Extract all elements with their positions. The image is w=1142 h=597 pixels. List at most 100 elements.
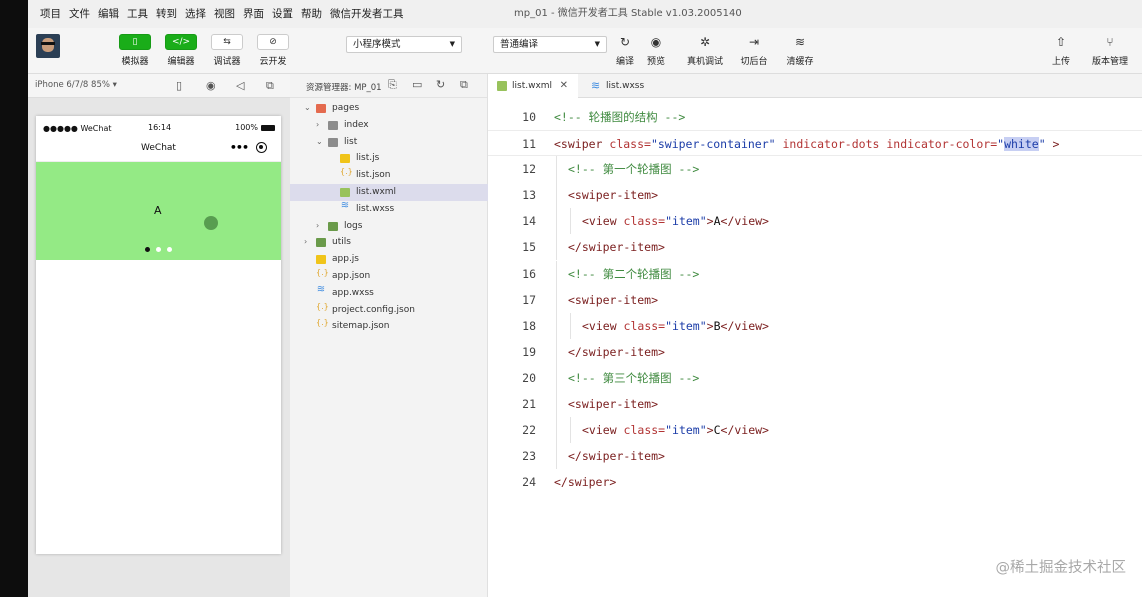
chevron-right-icon[interactable]: › [304, 234, 307, 251]
remote-debug-button[interactable]: ✲ 真机调试 [685, 34, 725, 67]
debugger-label: 调试器 [213, 57, 241, 67]
background-button[interactable]: ⇥ 切后台 [734, 34, 774, 67]
cloud-button[interactable]: ⊘ 云开发 [249, 34, 297, 67]
chevron-down-icon[interactable]: ⌄ [304, 100, 311, 117]
swiper-container[interactable]: A [36, 162, 281, 260]
folder-icon [328, 120, 338, 130]
code-line[interactable]: 16 <!-- 第二个轮播图 --> [488, 260, 1142, 287]
record-icon[interactable]: ◉ [206, 79, 216, 92]
window-icon[interactable]: ⧉ [266, 79, 274, 93]
file-tree: ⌄ pages › index ⌄ list list.js {.} list.json list… [290, 100, 488, 335]
menu-item[interactable]: 工具 [123, 0, 152, 28]
version-button[interactable]: ⑂ 版本管理 [1090, 34, 1130, 67]
device-select[interactable]: iPhone 6/7/8 85% ▾ [35, 80, 117, 90]
menu-item[interactable]: 设置 [268, 0, 297, 28]
tree-item[interactable]: {.} sitemap.json [290, 318, 488, 335]
indent-guide [556, 260, 557, 287]
tree-item[interactable]: ⌄ pages [290, 100, 488, 117]
tree-item[interactable]: {.} list.json [290, 167, 488, 184]
new-folder-icon[interactable]: ▭ [412, 78, 422, 91]
indicator-dot[interactable] [167, 247, 172, 252]
refresh-icon[interactable]: ↻ [436, 78, 445, 91]
phone-status-bar: ●●●●● WeChat 16:14 100% [36, 116, 281, 138]
code-line[interactable]: 15 </swiper-item> [488, 234, 1142, 261]
chevron-down-icon[interactable]: ⌄ [316, 134, 323, 151]
code-line[interactable]: 14 <view class="item">A</view> [488, 208, 1142, 235]
tab-list-wxml[interactable]: list.wxml ✕ [488, 74, 578, 98]
chevron-right-icon[interactable]: › [316, 218, 319, 235]
mode-select-value: 小程序模式 [353, 39, 401, 50]
json-file-icon: {.} [340, 167, 353, 177]
tree-item[interactable]: list.js [290, 150, 488, 167]
menu-item[interactable]: 转到 [152, 0, 181, 28]
tree-item[interactable]: › index [290, 117, 488, 134]
menu-item[interactable]: 文件 [65, 0, 94, 28]
code-line[interactable]: 11 <swiper class="swiper-container" indic… [488, 130, 1142, 157]
menu-item[interactable]: 项目 [36, 0, 65, 28]
cloud-icon: ⊘ [257, 34, 289, 50]
tree-item[interactable]: app.js [290, 251, 488, 268]
code-area[interactable]: 10 <!-- 轮播图的结构 --> 11 <swiper class="swiper… [488, 104, 1142, 495]
code-line[interactable]: 17 <swiper-item> [488, 286, 1142, 313]
menu-item[interactable]: 界面 [239, 0, 268, 28]
menu-item[interactable]: 帮助 [297, 0, 326, 28]
json-file-icon: {.} [316, 318, 329, 328]
line-number: 24 [522, 475, 536, 490]
clear-cache-button[interactable]: ≋ 清缓存 [780, 34, 820, 67]
indicator-dot[interactable] [145, 247, 150, 252]
new-file-icon[interactable]: ⎘ [388, 78, 397, 92]
menu-item[interactable]: 微信开发者工具 [326, 0, 408, 28]
code-line[interactable]: 20 <!-- 第三个轮播图 --> [488, 364, 1142, 391]
tree-item[interactable]: list.wxml [290, 183, 488, 201]
battery-percent: 100% [235, 123, 258, 132]
menu-item[interactable]: 选择 [181, 0, 210, 28]
window-title: mp_01 - 微信开发者工具 Stable v1.03.2005140 [514, 8, 742, 19]
indicator-dot[interactable] [156, 247, 161, 252]
code-line[interactable]: 23 </swiper-item> [488, 443, 1142, 470]
more-icon[interactable]: ••• [230, 141, 249, 154]
tree-item[interactable]: {.} project.config.json [290, 302, 488, 319]
chevron-right-icon[interactable]: › [316, 117, 319, 134]
close-icon[interactable]: ✕ [560, 74, 568, 98]
tree-item[interactable]: ≋ app.wxss [290, 284, 488, 302]
tree-item[interactable]: › utils [290, 234, 488, 251]
phone-icon: ▯ [119, 34, 151, 50]
menu-bar: 项目 文件 编辑 工具 转到 选择 视图 界面 设置 帮助 微信开发者工具 mp_01 - 微信开发… [28, 0, 1142, 28]
mode-select[interactable]: 小程序模式 ▼ [346, 36, 462, 53]
indent-guide [556, 338, 557, 365]
menu-item[interactable]: 视图 [210, 0, 239, 28]
code-token: </view> [720, 318, 769, 333]
upload-button[interactable]: ⇧ 上传 [1041, 34, 1081, 67]
code-line[interactable]: 22 <view class="item">C</view> [488, 417, 1142, 444]
close-target-icon[interactable] [256, 142, 267, 153]
simulator-button[interactable]: ▯ 模拟器 [111, 34, 159, 67]
menu-item[interactable]: 编辑 [94, 0, 123, 28]
tree-item[interactable]: › logs [290, 218, 488, 235]
tab-list-wxss[interactable]: ≋ list.wxss [582, 74, 662, 98]
capsule-buttons: ••• [230, 141, 267, 154]
tree-item[interactable]: ⌄ list [290, 134, 488, 151]
phone-icon[interactable]: ▯ [176, 79, 182, 92]
volume-icon[interactable]: ◁ [236, 79, 244, 92]
code-line[interactable]: 18 <view class="item">B</view> [488, 312, 1142, 339]
code-line[interactable]: 24 </swiper> [488, 469, 1142, 495]
compile-select[interactable]: 普通编译 ▼ [493, 36, 607, 53]
debugger-button[interactable]: ⇆ 调试器 [203, 34, 251, 67]
tree-item-label: sitemap.json [332, 321, 390, 332]
code-line[interactable]: 12 <!-- 第一个轮播图 --> [488, 156, 1142, 183]
code-line[interactable]: 10 <!-- 轮播图的结构 --> [488, 104, 1142, 130]
tree-item[interactable]: ≋ list.wxss [290, 200, 488, 218]
tree-item-label: project.config.json [332, 304, 415, 315]
line-number: 18 [522, 318, 536, 333]
tree-item[interactable]: {.} app.json [290, 268, 488, 285]
code-token: > [706, 214, 714, 229]
code-line[interactable]: 21 <swiper-item> [488, 391, 1142, 418]
preview-button[interactable]: ◉ 预览 [636, 34, 676, 67]
code-line[interactable]: 19 </swiper-item> [488, 338, 1142, 365]
collapse-icon[interactable]: ⧉ [460, 78, 468, 92]
code-token: </swiper-item> [568, 344, 665, 359]
editor-button[interactable]: </> 编辑器 [157, 34, 205, 67]
code-line[interactable]: 13 <swiper-item> [488, 182, 1142, 209]
code-token: </view> [720, 214, 769, 229]
user-avatar[interactable] [36, 34, 60, 58]
